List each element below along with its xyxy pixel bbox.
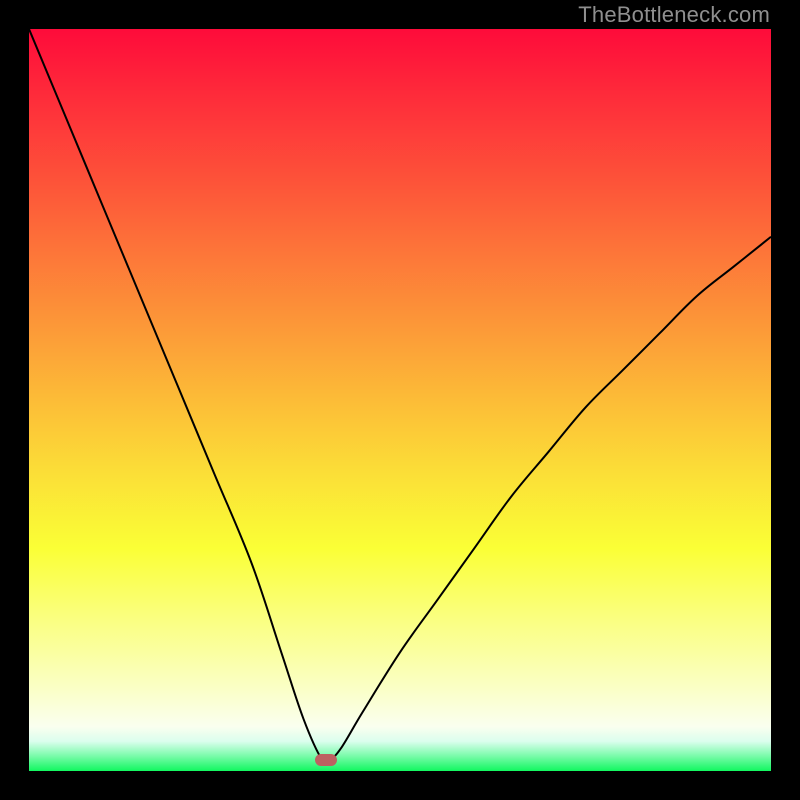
bottleneck-curve xyxy=(29,29,771,764)
watermark-text: TheBottleneck.com xyxy=(578,2,770,28)
chart-frame xyxy=(29,29,771,771)
optimal-point-marker xyxy=(315,754,337,766)
curve-svg xyxy=(29,29,771,771)
